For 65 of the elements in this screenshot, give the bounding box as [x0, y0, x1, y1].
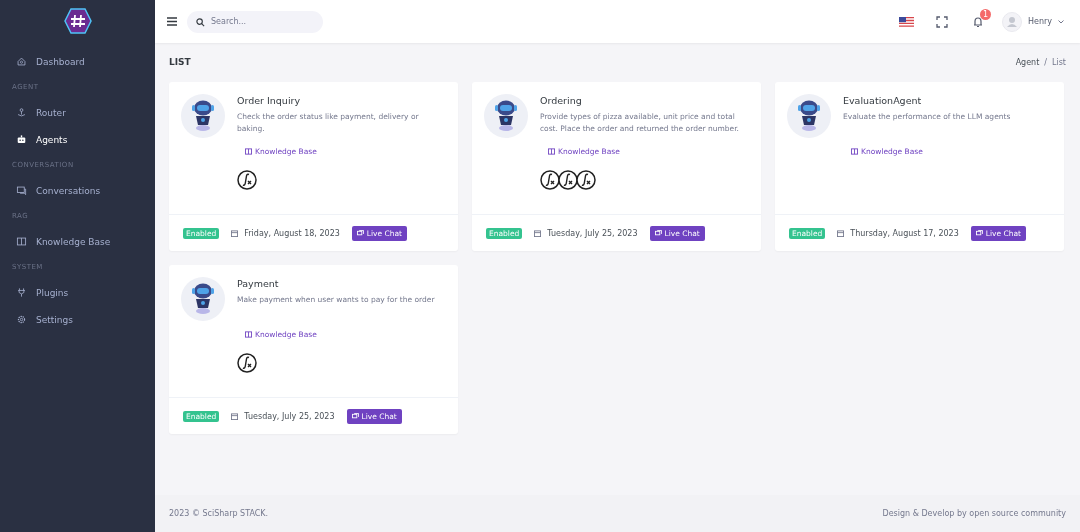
- book-icon: [851, 148, 858, 155]
- notification-badge: 1: [979, 8, 991, 20]
- function-icon: [540, 170, 560, 190]
- nav-label: Plugins: [36, 287, 69, 298]
- chat-icon: [351, 412, 359, 420]
- agent-name: EvaluationAgent: [843, 95, 923, 106]
- nav-label: Agents: [36, 134, 68, 145]
- nav-label: Router: [36, 107, 66, 118]
- nav-item[interactable]: Conversations: [12, 177, 143, 204]
- agent-date: Thursday, August 17, 2023: [850, 228, 959, 238]
- nav-item[interactable]: Plugins: [12, 279, 143, 306]
- page-title: LIST: [169, 57, 191, 67]
- nav-label: Settings: [36, 314, 73, 325]
- book-icon: [548, 148, 555, 155]
- agent-date: Tuesday, July 25, 2023: [244, 411, 335, 421]
- book-icon: [245, 148, 252, 155]
- nav-label: Conversations: [36, 185, 101, 196]
- nav-item[interactable]: Settings: [12, 306, 143, 333]
- nav-item[interactable]: Router: [12, 99, 143, 126]
- calendar-icon: [534, 229, 542, 237]
- robot-icon: [16, 134, 27, 145]
- function-icon: [237, 170, 257, 190]
- calendar-icon: [837, 229, 845, 237]
- chat-icon: [16, 185, 27, 196]
- function-icon: [576, 170, 596, 190]
- copyright-text: 2023 © SciSharp STACK.: [169, 509, 269, 518]
- menu-icon[interactable]: [167, 17, 177, 26]
- user-menu[interactable]: Henry: [1001, 11, 1064, 32]
- plug-icon: [16, 287, 27, 298]
- agent-date: Tuesday, July 25, 2023: [547, 228, 638, 238]
- flag-icon[interactable]: [898, 16, 914, 27]
- breadcrumb-item: List: [1052, 57, 1066, 67]
- credits-text: Design & Develop by open source community: [882, 509, 1066, 518]
- agent-name: Ordering: [540, 95, 583, 106]
- bell-icon[interactable]: [971, 15, 984, 28]
- agent-date: Friday, August 18, 2023: [244, 228, 340, 238]
- chat-icon: [975, 229, 983, 237]
- logo-icon[interactable]: [63, 8, 92, 34]
- function-icon: [237, 353, 257, 373]
- calendar-icon: [231, 229, 239, 237]
- function-icon: [558, 170, 578, 190]
- robot-avatar-icon: [484, 94, 528, 138]
- user-avatar-icon: [1001, 11, 1022, 32]
- breadcrumb-item[interactable]: Agent: [1015, 57, 1040, 67]
- nav-label: Dashboard: [36, 56, 85, 67]
- nav-item[interactable]: Knowledge Base: [12, 228, 143, 255]
- agent-name: Order Inquiry: [237, 95, 302, 106]
- caret-icon: [1058, 19, 1064, 24]
- robot-avatar-icon: [787, 94, 831, 138]
- book-icon: [245, 331, 252, 338]
- calendar-icon: [231, 412, 239, 420]
- chat-icon: [356, 229, 364, 237]
- robot-avatar-icon: [181, 277, 225, 321]
- robot-avatar-icon: [181, 94, 225, 138]
- nav-label: Knowledge Base: [36, 236, 111, 247]
- search-field[interactable]: Search...: [187, 10, 323, 33]
- breadcrumb-separator: /: [1044, 57, 1047, 67]
- home-icon: [16, 56, 27, 67]
- fullscreen-icon[interactable]: [935, 15, 948, 28]
- book-icon: [16, 236, 27, 247]
- settings-icon: [16, 314, 27, 325]
- nav-item[interactable]: Agents: [12, 126, 143, 153]
- chat-icon: [654, 229, 662, 237]
- agent-name: Payment: [237, 278, 280, 289]
- nav-item[interactable]: Dashboard: [12, 48, 143, 75]
